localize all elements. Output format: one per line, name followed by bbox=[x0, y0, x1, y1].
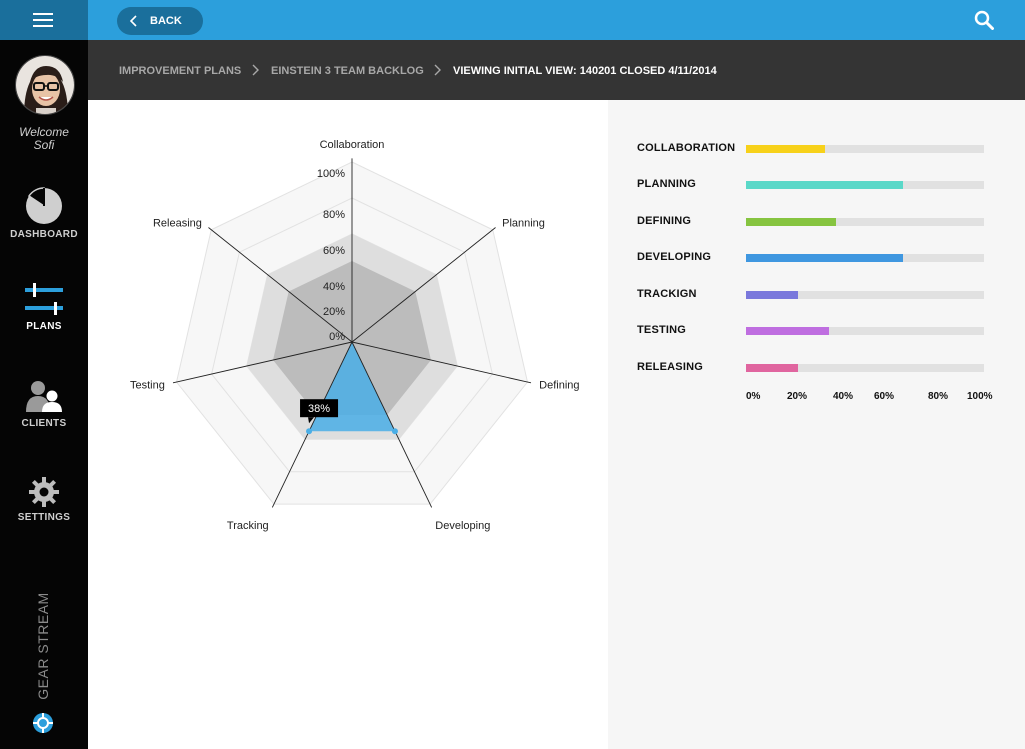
tooltip-text: 38% bbox=[308, 403, 330, 415]
radar-tick-label: 60% bbox=[323, 245, 345, 257]
avatar[interactable] bbox=[15, 55, 75, 115]
bar-fill bbox=[746, 254, 904, 262]
bar-row: COLLABORATION bbox=[637, 142, 997, 156]
bar-label: COLLABORATION bbox=[637, 142, 736, 154]
nav-clients[interactable]: CLIENTS bbox=[0, 380, 88, 429]
bar-track bbox=[746, 291, 984, 299]
radar-tick-label: 100% bbox=[317, 168, 345, 180]
radar-point bbox=[306, 428, 313, 435]
radar-category-label: Developing bbox=[435, 520, 490, 532]
radar-tick-label: 80% bbox=[323, 209, 345, 221]
chevron-right-icon bbox=[252, 64, 259, 76]
bar-fill bbox=[746, 145, 825, 153]
brand-name: GEAR STREAM bbox=[35, 592, 51, 700]
radar-point bbox=[391, 428, 398, 435]
bar-tick-label: 20% bbox=[787, 391, 808, 402]
bar-row: TESTING bbox=[637, 324, 997, 338]
radar-category-label: Testing bbox=[130, 380, 165, 392]
back-button[interactable]: BACK bbox=[117, 7, 203, 35]
back-button-label: BACK bbox=[150, 15, 182, 27]
breadcrumb-current-view: VIEWING INITIAL VIEW: 140201 CLOSED 4/11… bbox=[453, 65, 717, 77]
gear-icon bbox=[29, 477, 59, 507]
search-icon[interactable] bbox=[974, 10, 994, 30]
bar-label: RELEASING bbox=[637, 361, 703, 373]
bar-row: RELEASING bbox=[637, 361, 997, 375]
pie-chart-icon bbox=[26, 187, 62, 224]
nav-dashboard-label: DASHBOARD bbox=[10, 229, 78, 240]
bar-row: DEVELOPING bbox=[637, 251, 997, 265]
breadcrumb: IMPROVEMENT PLANS EINSTEIN 3 TEAM BACKLO… bbox=[88, 40, 1025, 100]
people-icon bbox=[26, 381, 62, 412]
bar-fill bbox=[746, 364, 799, 372]
radar-category-label: Planning bbox=[502, 217, 545, 229]
bar-row: TRACKIGN bbox=[637, 288, 997, 302]
bar-label: DEVELOPING bbox=[637, 251, 712, 263]
radar-chart: 0% 20% 40% 60% 80% 100% Collaboration Planning D… bbox=[130, 139, 580, 532]
breadcrumb-team-backlog[interactable]: EINSTEIN 3 TEAM BACKLOG bbox=[271, 65, 424, 77]
bar-track bbox=[746, 364, 984, 372]
radar-category-label: Defining bbox=[539, 380, 579, 392]
bar-tick-label: 80% bbox=[928, 391, 949, 402]
nav-plans-label: PLANS bbox=[26, 321, 62, 332]
nav-dashboard[interactable]: DASHBOARD bbox=[0, 187, 88, 240]
nav-clients-label: CLIENTS bbox=[21, 418, 67, 429]
menu-area bbox=[0, 0, 88, 40]
nav-settings-label: SETTINGS bbox=[17, 512, 71, 523]
bar-label: DEFINING bbox=[637, 215, 692, 227]
bar-panel: COLLABORATION PLANNING DEFINING DEVELOPING T… bbox=[608, 100, 1025, 749]
nav-settings[interactable]: SETTINGS bbox=[0, 476, 88, 523]
bar-track bbox=[746, 254, 984, 262]
chevron-left-icon bbox=[130, 15, 137, 27]
bar-tick-label: 60% bbox=[874, 391, 895, 402]
bar-row: DEFINING bbox=[637, 215, 997, 229]
nav-plans[interactable]: PLANS bbox=[0, 283, 88, 332]
bar-label: TESTING bbox=[637, 324, 687, 336]
bar-fill bbox=[746, 218, 837, 226]
bar-track bbox=[746, 218, 984, 226]
radar-tick-label: 20% bbox=[323, 306, 345, 318]
radar-panel: 0% 20% 40% 60% 80% 100% Collaboration Planning D… bbox=[88, 100, 608, 749]
bar-fill bbox=[746, 291, 799, 299]
bar-fill bbox=[746, 181, 904, 189]
bar-row: PLANNING bbox=[637, 178, 997, 192]
sliders-icon bbox=[25, 283, 63, 315]
user-name: Sofi bbox=[33, 138, 55, 152]
hamburger-menu-icon[interactable] bbox=[33, 13, 53, 27]
bar-fill bbox=[746, 327, 830, 335]
bar-tick-label: 0% bbox=[746, 391, 761, 402]
radar-category-label: Collaboration bbox=[320, 139, 385, 151]
breadcrumb-improvement-plans[interactable]: IMPROVEMENT PLANS bbox=[119, 65, 241, 77]
bar-label: PLANNING bbox=[637, 178, 697, 190]
sidebar: Welcome Sofi DASHBOARD PLANS CLIENTS SET… bbox=[0, 0, 88, 749]
bar-tick-label: 100% bbox=[967, 391, 993, 402]
chevron-right-icon bbox=[434, 64, 441, 76]
gearstream-logo-icon bbox=[32, 712, 54, 734]
bar-label: TRACKIGN bbox=[637, 288, 697, 300]
bar-tick-label: 40% bbox=[833, 391, 854, 402]
radar-category-label: Releasing bbox=[153, 217, 202, 229]
bar-track bbox=[746, 181, 984, 189]
radar-tick-label: 0% bbox=[329, 331, 345, 343]
welcome-text: Welcome Sofi bbox=[0, 126, 88, 152]
top-bar: BACK bbox=[88, 0, 1025, 40]
bar-x-axis: 0% 20% 40% 60% 80% 100% bbox=[746, 391, 1006, 405]
radar-tick-label: 40% bbox=[323, 281, 345, 293]
bar-track bbox=[746, 145, 984, 153]
brand: GEAR STREAM bbox=[28, 592, 58, 699]
bar-track bbox=[746, 327, 984, 335]
radar-category-label: Tracking bbox=[227, 520, 269, 532]
